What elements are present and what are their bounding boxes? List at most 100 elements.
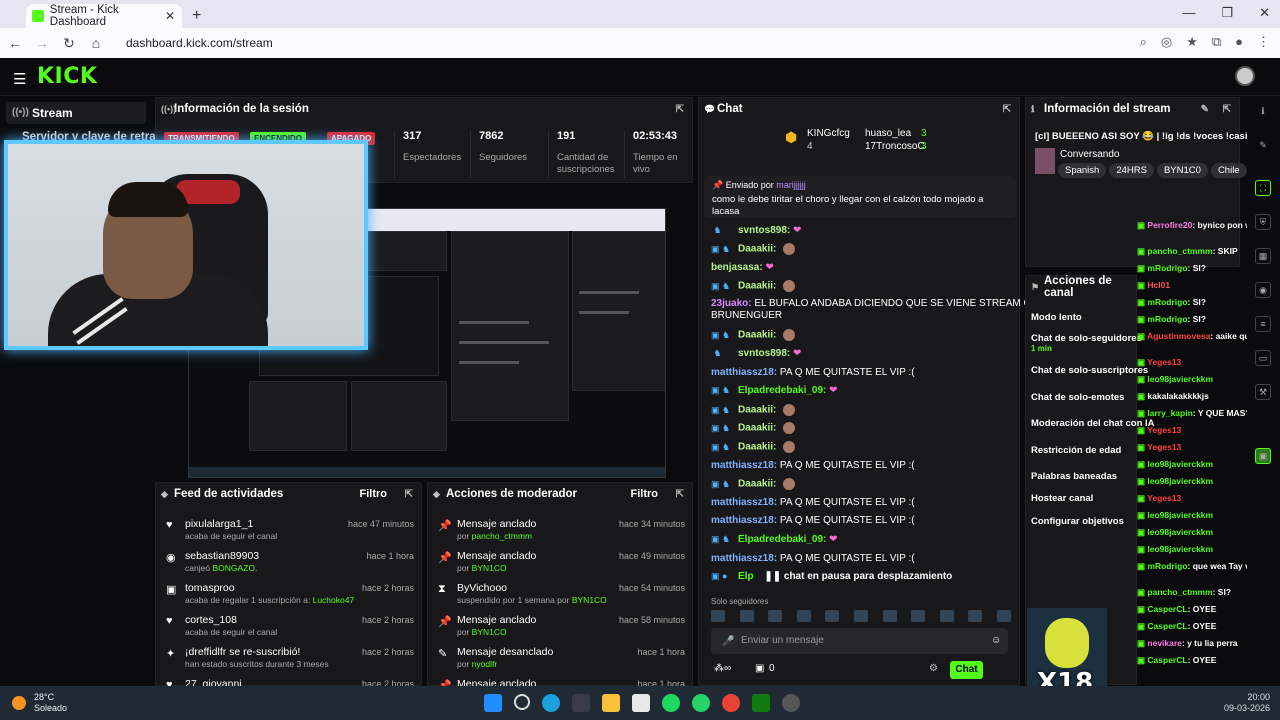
weather-widget[interactable]: 28°C Soleado	[12, 692, 67, 714]
tag[interactable]: 24HRS	[1109, 163, 1154, 178]
whatsapp-icon[interactable]	[692, 694, 710, 712]
channel-action-item[interactable]: Chat de solo-seguidores	[1031, 333, 1142, 344]
chrome-icon[interactable]	[722, 694, 740, 712]
chat-message[interactable]: ▣ ♞ Daaakii:	[711, 280, 796, 292]
channel-action-item[interactable]: Configurar objetivos	[1031, 516, 1124, 527]
maximize-icon[interactable]: ❐	[1221, 5, 1233, 21]
expand-icon[interactable]: ⇱	[676, 104, 684, 115]
channel-action-item[interactable]: Moderación del chat con IA	[1031, 418, 1155, 429]
chat-message[interactable]: ▣ ♞ Daaakii:	[711, 422, 796, 434]
expand-icon[interactable]: ⇱	[1223, 104, 1231, 115]
app-icon[interactable]	[632, 694, 650, 712]
chat-message[interactable]: matthiassz18: PA Q ME QUITASTE EL VIP :(	[711, 460, 915, 471]
activity-item[interactable]: ♥ pixulalarga1_1 acaba de seguir el canal …	[156, 515, 421, 547]
channel-action-item[interactable]: Chat de solo-suscriptores	[1031, 365, 1148, 376]
mic-icon[interactable]: 🎤	[722, 636, 734, 647]
tag[interactable]: Chile	[1210, 163, 1247, 178]
star-icon[interactable]: ★	[1186, 34, 1198, 50]
chat-message[interactable]: matthiassz18: PA Q ME QUITASTE EL VIP :(	[711, 553, 915, 564]
channel-action-item[interactable]: Chat de solo-emotes	[1031, 392, 1124, 403]
feed-filter-button[interactable]: Filtro	[360, 488, 388, 500]
edge-icon[interactable]	[542, 694, 560, 712]
chat-message[interactable]: matthiassz18: PA Q ME QUITASTE EL VIP :(	[711, 367, 915, 378]
edit-icon[interactable]: ✎	[1255, 138, 1271, 154]
channel-action-item[interactable]: Restricción de edad	[1031, 445, 1121, 456]
mod-action-item[interactable]: ⧗ ByVichooo suspendido por 1 semana por BY…	[428, 579, 692, 611]
channel-action-item[interactable]: Hostear canal	[1031, 493, 1093, 504]
category-thumbnail[interactable]	[1035, 148, 1055, 174]
gift-icon[interactable]: ▣	[755, 663, 764, 674]
chat-bubble-icon[interactable]: ▭	[1255, 350, 1271, 366]
forward-icon[interactable]: →	[30, 35, 54, 51]
chat-message[interactable]: 23juako: EL BUFALO ANDABA DICIENDO QUE S…	[711, 298, 1046, 309]
grid-icon[interactable]: ▦	[1255, 248, 1271, 264]
info-icon[interactable]: ℹ	[1255, 104, 1271, 120]
mod-action-item[interactable]: ✎ Mensaje desanclado por nyodlfr hace 1 hor…	[428, 643, 692, 675]
activity-item[interactable]: ▣ tomasproo acaba de regalar 1 suscripción…	[156, 579, 421, 611]
activity-item[interactable]: ✦ ¡dreffidlfr se re-suscribió! han estado …	[156, 643, 421, 675]
browser-tab[interactable]: Stream - Kick Dashboard ✕	[26, 4, 182, 28]
extensions-icon[interactable]: ⧉	[1212, 34, 1221, 50]
list-icon[interactable]: ≡	[1255, 316, 1271, 332]
chat-message[interactable]: ▣ ♞ Daaakii:	[711, 243, 796, 255]
folder-icon[interactable]	[602, 694, 620, 712]
obs-icon[interactable]	[782, 694, 800, 712]
settings-icon[interactable]: ⚙	[929, 663, 938, 674]
edit-icon[interactable]: ✎	[1201, 104, 1209, 115]
menu-icon[interactable]: ⋮	[1257, 34, 1270, 50]
address-bar[interactable]: dashboard.kick.com/stream	[126, 36, 273, 50]
tag[interactable]: BYN1C0	[1156, 163, 1208, 178]
eye-off-icon[interactable]: ◎	[1161, 34, 1172, 50]
home-icon[interactable]: ⌂	[84, 35, 108, 51]
close-window-icon[interactable]: ✕	[1259, 5, 1270, 21]
expand-icon[interactable]: ⇱	[405, 489, 413, 500]
expand-icon[interactable]: ⇱	[1003, 104, 1011, 115]
spotify-icon[interactable]	[662, 694, 680, 712]
nav-item-stream[interactable]: ((•)) Stream	[6, 102, 146, 124]
chat-send-button[interactable]: Chat	[950, 661, 983, 679]
chat-paused-banner[interactable]: ❚❚ chat en pausa para desplazamiento	[764, 571, 952, 582]
activity-item[interactable]: ♥ cortes_108 acaba de seguir el canal hace…	[156, 611, 421, 643]
chat-message[interactable]: ▣ ♞ Elpadredebaki_09: ❤	[711, 534, 838, 545]
chat-message[interactable]: matthiassz18: PA Q ME QUITASTE EL VIP :(	[711, 497, 915, 508]
chat-message[interactable]: benjasasa: ❤	[711, 262, 774, 273]
new-tab-icon[interactable]: +	[192, 4, 201, 28]
search-icon[interactable]	[514, 694, 530, 710]
chat-message[interactable]: ▣ ♞ Daaakii:	[711, 478, 796, 490]
activity-item[interactable]: ◉ sebastian89903 canjeó BONGAZO. hace 1 hor…	[156, 547, 421, 579]
fullscreen-icon[interactable]: ⛶	[1255, 180, 1271, 196]
channel-action-item[interactable]: Modo lento	[1031, 312, 1082, 323]
xbox-icon[interactable]	[752, 694, 770, 712]
reload-icon[interactable]: ↻	[57, 35, 81, 52]
app-icon[interactable]: ▣	[1255, 448, 1271, 464]
chat-paused-row[interactable]: ▣ ● Elp ❚❚ chat en pausa para desplazami…	[711, 571, 952, 582]
radio-icon[interactable]: ◉	[1255, 282, 1271, 298]
channel-action-item[interactable]: Palabras baneadas	[1031, 471, 1117, 482]
chat-message[interactable]: ♞ svntos898: ❤	[711, 225, 802, 236]
minimize-icon[interactable]: —	[1182, 5, 1195, 21]
tag[interactable]: Spanish	[1058, 163, 1107, 178]
shield-icon[interactable]: ⛨	[1255, 214, 1271, 230]
mod-action-item[interactable]: 📌 Mensaje anclado por BYN1CO hace 58 minuto…	[428, 611, 692, 643]
chat-message[interactable]: ▣ ♞ Elpadredebaki_09: ❤	[711, 385, 838, 396]
mod-action-item[interactable]: 📌 Mensaje anclado por BYN1CO hace 49 minuto…	[428, 547, 692, 579]
profile-icon[interactable]: ●	[1235, 34, 1243, 50]
category-label[interactable]: Conversando	[1060, 149, 1119, 160]
emote-bar[interactable]	[711, 610, 1011, 624]
avatar[interactable]	[1235, 66, 1255, 86]
wrench-icon[interactable]: ⚒	[1255, 384, 1271, 400]
back-icon[interactable]: ←	[3, 35, 27, 51]
mod-filter-button[interactable]: Filtro	[631, 488, 659, 500]
close-tab-icon[interactable]: ✕	[165, 9, 175, 23]
windows-start-icon[interactable]	[484, 694, 502, 712]
chat-message[interactable]: ▣ ♞ Daaakii:	[711, 404, 796, 416]
kick-logo[interactable]: KICK	[37, 64, 97, 89]
hamburger-icon[interactable]: ☰	[13, 70, 26, 88]
zoom-icon[interactable]: ⌕	[1140, 34, 1147, 50]
expand-icon[interactable]: ⇱	[676, 489, 684, 500]
chat-message[interactable]: ▣ ♞ Daaakii:	[711, 441, 796, 453]
chat-message[interactable]: ♞ svntos898: ❤	[711, 348, 802, 359]
chat-message[interactable]: BRUNENGUER	[711, 310, 782, 321]
store-icon[interactable]	[572, 694, 590, 712]
chat-message[interactable]: ▣ ♞ Daaakii:	[711, 329, 796, 341]
